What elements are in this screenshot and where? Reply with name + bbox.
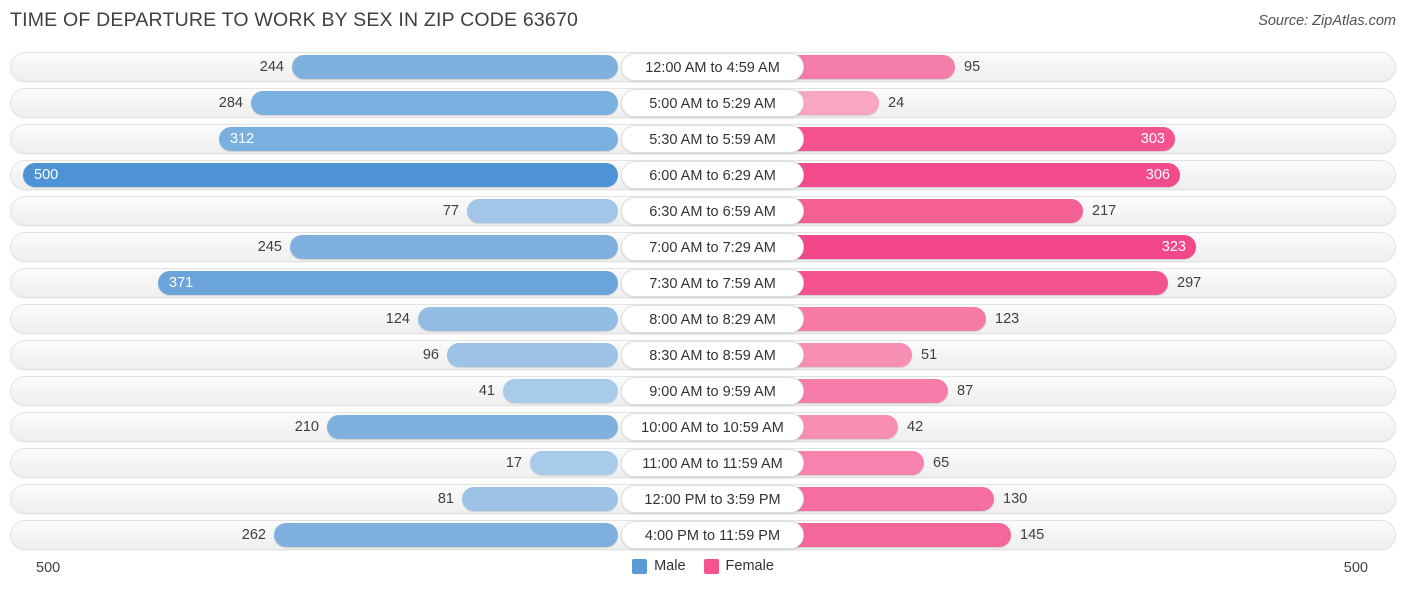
chart-legend: Male Female xyxy=(0,558,1406,574)
bar-value-female: 303 xyxy=(1140,131,1165,147)
table-row: 210 42 10:00 AM to 10:59 AM xyxy=(10,412,1396,442)
bar-value-female: 65 xyxy=(933,455,950,471)
bar-value-female: 145 xyxy=(1020,527,1045,543)
category-label: 4:00 PM to 11:59 PM xyxy=(621,521,804,549)
source-attribution: Source: ZipAtlas.com xyxy=(1258,13,1396,29)
category-label: 12:00 PM to 3:59 PM xyxy=(621,485,804,513)
bar-male[interactable] xyxy=(274,523,618,547)
legend-label-male: Male xyxy=(654,558,686,574)
bar-value-female: 306 xyxy=(1145,167,1170,183)
category-label: 12:00 AM to 4:59 AM xyxy=(621,53,804,81)
category-label: 11:00 AM to 11:59 AM xyxy=(621,449,804,477)
category-label: 7:00 AM to 7:29 AM xyxy=(621,233,804,261)
bar-male[interactable] xyxy=(290,235,618,259)
bar-female[interactable] xyxy=(787,487,994,511)
bar-male[interactable] xyxy=(158,271,618,295)
category-label: 6:00 AM to 6:29 AM xyxy=(621,161,804,189)
bar-value-male: 41 xyxy=(478,383,495,399)
bar-value-male: 124 xyxy=(385,311,410,327)
bar-male[interactable] xyxy=(467,199,618,223)
bar-value-male: 312 xyxy=(230,131,255,147)
table-row: 244 95 12:00 AM to 4:59 AM xyxy=(10,52,1396,82)
table-row: 17 65 11:00 AM to 11:59 AM xyxy=(10,448,1396,478)
bar-male[interactable] xyxy=(418,307,618,331)
bar-male[interactable] xyxy=(447,343,618,367)
table-row: 96 51 8:30 AM to 8:59 AM xyxy=(10,340,1396,370)
bar-female[interactable] xyxy=(787,199,1083,223)
category-label: 7:30 AM to 7:59 AM xyxy=(621,269,804,297)
bar-value-male: 210 xyxy=(294,419,319,435)
legend-item-female[interactable]: Female xyxy=(703,558,774,574)
table-row: 81 130 12:00 PM to 3:59 PM xyxy=(10,484,1396,514)
chart-header: TIME OF DEPARTURE TO WORK BY SEX IN ZIP … xyxy=(0,0,1406,42)
bar-value-female: 42 xyxy=(907,419,924,435)
bar-value-male: 500 xyxy=(34,167,59,183)
category-label: 10:00 AM to 10:59 AM xyxy=(621,413,804,441)
bar-value-female: 217 xyxy=(1092,203,1117,219)
bar-female[interactable] xyxy=(787,343,912,367)
category-label: 8:30 AM to 8:59 AM xyxy=(621,341,804,369)
bar-value-male: 284 xyxy=(218,95,243,111)
bar-male[interactable] xyxy=(462,487,618,511)
bar-female[interactable] xyxy=(787,235,1196,259)
bar-female[interactable] xyxy=(787,307,986,331)
bar-value-female: 123 xyxy=(995,311,1020,327)
legend-swatch-male-icon xyxy=(632,558,648,574)
bar-male[interactable] xyxy=(503,379,618,403)
bar-female[interactable] xyxy=(787,271,1168,295)
bar-value-female: 24 xyxy=(888,95,905,111)
bar-value-female: 297 xyxy=(1177,275,1202,291)
bar-male[interactable] xyxy=(23,163,618,187)
table-row: 262 145 4:00 PM to 11:59 PM xyxy=(10,520,1396,550)
category-label: 8:00 AM to 8:29 AM xyxy=(621,305,804,333)
diverging-bar-chart: 244 95 12:00 AM to 4:59 AM 284 24 5:00 AM to … xyxy=(0,46,1406,550)
table-row: 500 306 6:00 AM to 6:29 AM xyxy=(10,160,1396,190)
bar-value-male: 96 xyxy=(422,347,439,363)
bar-male[interactable] xyxy=(219,127,618,151)
category-label: 6:30 AM to 6:59 AM xyxy=(621,197,804,225)
bar-female[interactable] xyxy=(787,127,1175,151)
bar-value-male: 17 xyxy=(505,455,522,471)
bar-female[interactable] xyxy=(787,379,948,403)
legend-item-male[interactable]: Male xyxy=(632,558,686,574)
bar-female[interactable] xyxy=(787,55,955,79)
bar-male[interactable] xyxy=(327,415,618,439)
bar-value-male: 371 xyxy=(169,275,194,291)
legend-swatch-female-icon xyxy=(703,558,719,574)
legend-label-female: Female xyxy=(725,558,774,574)
bar-value-female: 130 xyxy=(1003,491,1028,507)
table-row: 312 303 5:30 AM to 5:59 AM xyxy=(10,124,1396,154)
bar-value-male: 262 xyxy=(241,527,266,543)
table-row: 245 323 7:00 AM to 7:29 AM xyxy=(10,232,1396,262)
table-row: 77 217 6:30 AM to 6:59 AM xyxy=(10,196,1396,226)
table-row: 124 123 8:00 AM to 8:29 AM xyxy=(10,304,1396,334)
bar-value-female: 87 xyxy=(957,383,974,399)
bar-male[interactable] xyxy=(292,55,618,79)
table-row: 371 297 7:30 AM to 7:59 AM xyxy=(10,268,1396,298)
category-label: 5:30 AM to 5:59 AM xyxy=(621,125,804,153)
bar-value-male: 77 xyxy=(442,203,459,219)
bar-value-male: 245 xyxy=(257,239,282,255)
bar-value-female: 51 xyxy=(921,347,938,363)
table-row: 284 24 5:00 AM to 5:29 AM xyxy=(10,88,1396,118)
category-label: 5:00 AM to 5:29 AM xyxy=(621,89,804,117)
bar-value-male: 81 xyxy=(437,491,454,507)
bar-female[interactable] xyxy=(787,451,924,475)
bar-female[interactable] xyxy=(787,163,1180,187)
bar-female[interactable] xyxy=(787,523,1011,547)
bar-male[interactable] xyxy=(530,451,618,475)
bar-value-male: 244 xyxy=(259,59,284,75)
bar-value-female: 95 xyxy=(964,59,981,75)
table-row: 41 87 9:00 AM to 9:59 AM xyxy=(10,376,1396,406)
bar-male[interactable] xyxy=(251,91,618,115)
category-label: 9:00 AM to 9:59 AM xyxy=(621,377,804,405)
page-title: TIME OF DEPARTURE TO WORK BY SEX IN ZIP … xyxy=(10,9,579,31)
bar-value-female: 323 xyxy=(1161,239,1186,255)
